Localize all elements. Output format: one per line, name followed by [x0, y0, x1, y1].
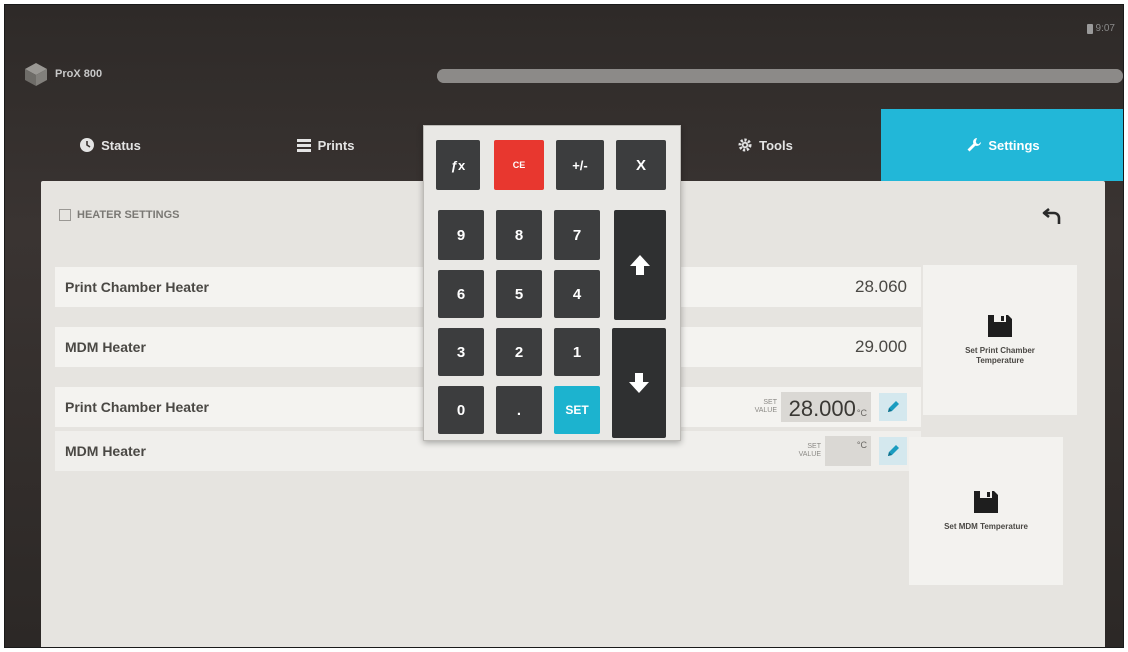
tab-status-label: Status [101, 137, 141, 153]
set-mdm-temperature-button[interactable]: Set MDM Temperature [909, 437, 1063, 585]
wrench-icon [967, 138, 982, 152]
setpoint-control: SET VALUE 28.000 °C [755, 392, 907, 422]
key-9[interactable]: 9 [438, 210, 484, 260]
tab-status[interactable]: Status [45, 109, 175, 181]
arrow-up-icon [630, 255, 650, 275]
numeric-keypad: ƒx CE +/- X 9 8 7 6 5 4 3 2 1 0 . SET [423, 125, 681, 441]
status-bar: 9:07 [1086, 23, 1115, 34]
reading-label: Print Chamber Heater [65, 279, 209, 295]
save-label: Set MDM Temperature [944, 522, 1028, 531]
printer-cube-icon [25, 63, 47, 86]
edit-button[interactable] [879, 393, 907, 421]
set-value-caption: SET VALUE [798, 443, 821, 458]
edit-button[interactable] [879, 437, 907, 465]
device-screen: 9:07 ProX 800 Status Prints Tools Settin… [4, 4, 1124, 648]
tab-tools-label: Tools [759, 137, 793, 153]
setpoint-input[interactable]: °C [825, 436, 871, 466]
key-6[interactable]: 6 [438, 270, 484, 318]
key-up[interactable] [614, 210, 666, 320]
key-set[interactable]: SET [554, 386, 600, 434]
pencil-icon [888, 401, 899, 412]
tab-settings-label: Settings [988, 137, 1040, 153]
tab-settings[interactable]: Settings [881, 109, 1123, 181]
back-button[interactable] [1039, 203, 1065, 229]
key-down[interactable] [612, 328, 666, 438]
key-decimal[interactable]: . [496, 386, 542, 434]
setpoint-input[interactable]: 28.000 °C [781, 392, 871, 422]
progress-fill [437, 69, 1123, 83]
arrow-down-icon [629, 373, 649, 393]
tab-prints-label: Prints [317, 137, 355, 153]
progress-bar [437, 69, 1123, 83]
clock-icon [80, 138, 95, 152]
pencil-icon [888, 445, 899, 456]
setpoint-value: 28.000 [788, 396, 856, 421]
reading-value: 29.000 [855, 337, 907, 356]
printer-name: ProX 800 [55, 68, 103, 80]
setpoint-unit: °C [856, 408, 867, 418]
key-fx[interactable]: ƒx [436, 140, 480, 190]
reading-value: 28.060 [855, 277, 907, 296]
gear-icon [738, 138, 752, 152]
key-1[interactable]: 1 [554, 328, 600, 376]
setpoint-label: MDM Heater [65, 443, 146, 459]
brand: ProX 800 [23, 61, 102, 87]
battery-icon [1086, 23, 1093, 34]
key-8[interactable]: 8 [496, 210, 542, 260]
save-label: Set Print Chamber Temperature [965, 346, 1035, 365]
save-disk-icon [988, 315, 1012, 337]
tab-tools[interactable]: Tools [705, 109, 825, 181]
heater-icon [59, 209, 71, 221]
set-print-chamber-temperature-button[interactable]: Set Print Chamber Temperature [923, 265, 1077, 415]
list-icon [296, 139, 311, 152]
section-title-text: HEATER SETTINGS [77, 209, 180, 221]
section-title: HEATER SETTINGS [59, 209, 179, 221]
setpoint-control: SET VALUE °C [799, 436, 907, 466]
key-7[interactable]: 7 [554, 210, 600, 260]
key-0[interactable]: 0 [438, 386, 484, 434]
key-ce[interactable]: CE [494, 140, 544, 190]
key-5[interactable]: 5 [496, 270, 542, 318]
key-close[interactable]: X [616, 140, 666, 190]
set-value-caption: SET VALUE [754, 399, 777, 414]
tab-prints[interactable]: Prints [275, 109, 375, 181]
reading-label: MDM Heater [65, 339, 146, 355]
save-disk-icon [974, 491, 998, 513]
key-plus-minus[interactable]: +/- [556, 140, 604, 190]
key-3[interactable]: 3 [438, 328, 484, 376]
setpoint-unit: °C [856, 440, 867, 450]
clock: 9:07 [1095, 23, 1115, 34]
setpoint-label: Print Chamber Heater [65, 399, 209, 415]
key-2[interactable]: 2 [496, 328, 542, 376]
key-4[interactable]: 4 [554, 270, 600, 318]
undo-arrow-icon [1042, 207, 1061, 224]
